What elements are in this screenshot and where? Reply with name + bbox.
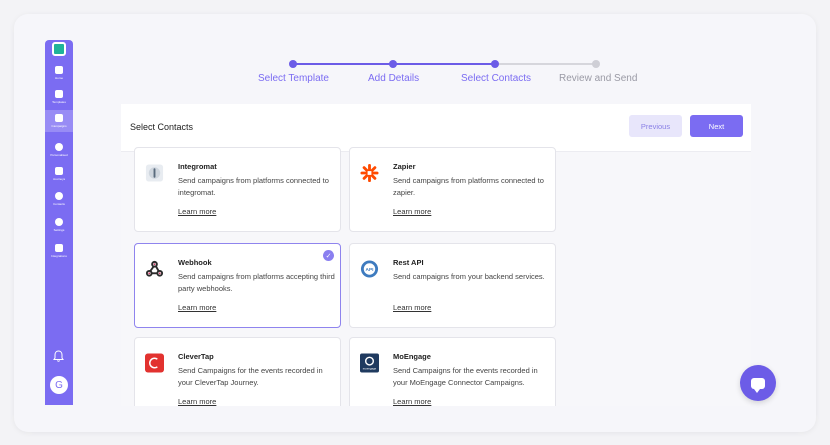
panel-title: Select Contacts [130,122,194,132]
learn-more-link[interactable]: Learn more [393,207,431,216]
megaphone-icon [55,114,63,122]
previous-button[interactable]: Previous [629,115,682,137]
moengage-icon: moengage [360,353,379,372]
step-dot-select-template[interactable] [289,60,297,68]
integration-card-clevertap[interactable]: CleverTap Send Campaigns for the events … [134,337,341,406]
sidebar-item-label: Campaigns [51,124,67,128]
step-dot-add-details[interactable] [389,60,397,68]
card-description: Send Campaigns for the events recorded i… [178,366,323,387]
integration-card-rest-api[interactable]: API Rest API Send campaigns from your ba… [349,243,556,328]
integration-card-webhook[interactable]: ✓ Webhook Send campaigns from platforms … [134,243,341,328]
journey-icon [55,167,63,175]
learn-more-link[interactable]: Learn more [178,303,216,312]
card-description: Send campaigns from platforms accepting … [178,272,335,293]
svg-text:moengage: moengage [363,366,377,370]
stepper-line-2 [393,63,495,65]
learn-more-link[interactable]: Learn more [393,303,431,312]
next-button[interactable]: Next [690,115,743,137]
webhook-icon [145,259,164,278]
card-title: Rest API [393,258,424,267]
checkmark-icon: ✓ [323,250,334,261]
home-icon [55,66,63,74]
step-label-review-and-send[interactable]: Review and Send [559,73,637,84]
integration-card-moengage[interactable]: moengage MoEngage Send Campaigns for the… [349,337,556,406]
integrations-icon [55,244,63,252]
learn-more-link[interactable]: Learn more [178,397,216,406]
learn-more-link[interactable]: Learn more [178,207,216,216]
lightning-icon [55,143,63,151]
integration-card-integromat[interactable]: Integromat Send campaigns from platforms… [134,147,341,232]
sidebar-item-label: Settings [53,228,65,232]
chat-icon [751,377,765,393]
step-label-add-details[interactable]: Add Details [368,73,419,84]
step-dot-review-and-send[interactable] [592,60,600,68]
sidebar-item-label: Home [54,76,63,80]
clevertap-icon [145,353,164,372]
zapier-icon [360,163,379,182]
card-description: Send campaigns from your backend service… [393,272,545,281]
bell-icon[interactable] [53,350,64,365]
gear-icon [55,218,63,226]
templates-icon [55,90,63,98]
integration-card-zapier[interactable]: Zapier Send campaigns from platforms con… [349,147,556,232]
sidebar-item-contacts[interactable]: Contacts [45,188,73,210]
svg-text:API: API [366,266,374,272]
card-description: Send Campaigns for the events recorded i… [393,366,538,387]
app-logo[interactable] [52,42,66,56]
sidebar-item-templates[interactable]: Templates [45,86,73,108]
chat-support-button[interactable] [740,365,776,401]
api-icon: API [360,259,379,278]
sidebar-item-label: Journeys [52,177,66,181]
stepper-line-1 [293,63,393,65]
sidebar-item-settings[interactable]: Settings [45,214,73,236]
avatar[interactable]: G [50,376,68,394]
sidebar-item-label: Contacts [53,202,65,206]
card-title: Zapier [393,162,416,171]
learn-more-link[interactable]: Learn more [393,397,431,406]
step-dot-select-contacts[interactable] [491,60,499,68]
card-title: CleverTap [178,352,214,361]
sidebar-item-personalised[interactable]: Personalised [45,139,73,161]
panel-header: Select Contacts Previous Next [121,104,751,152]
integromat-icon [145,163,164,182]
contacts-icon [55,192,63,200]
card-title: MoEngage [393,352,431,361]
card-title: Webhook [178,258,212,267]
sidebar-item-label: Personalised [50,153,68,157]
sidebar-item-label: Templates [52,100,66,104]
sidebar-item-home[interactable]: Home [45,62,73,84]
card-description: Send campaigns from platforms connected … [393,176,544,197]
card-description: Send campaigns from platforms connected … [178,176,329,197]
card-title: Integromat [178,162,217,171]
stepper-line-3 [495,63,596,65]
sidebar-item-campaigns[interactable]: Campaigns [45,110,73,132]
sidebar-item-journeys[interactable]: Journeys [45,163,73,185]
step-label-select-contacts[interactable]: Select Contacts [461,73,531,84]
sidebar-item-label: Integrations [51,254,67,258]
sidebar-item-integrations[interactable]: Integrations [45,240,73,262]
step-label-select-template[interactable]: Select Template [258,73,329,84]
select-contacts-panel: Select Contacts Previous Next Integromat… [121,104,751,406]
